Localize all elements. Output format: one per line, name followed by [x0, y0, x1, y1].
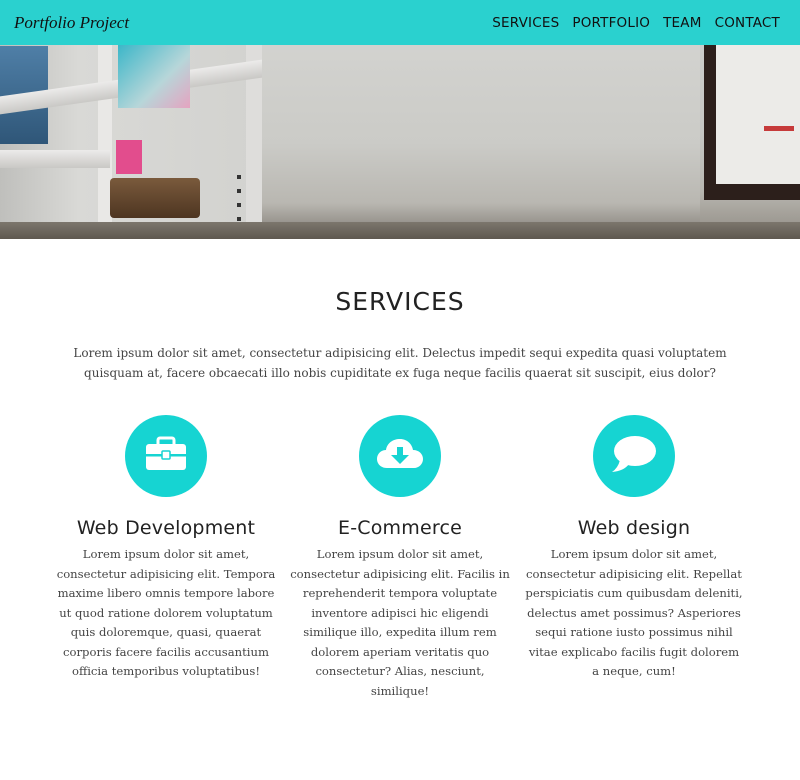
- hero-photo: [118, 44, 190, 108]
- service-card-web-design: Web design Lorem ipsum dolor sit amet, c…: [524, 415, 744, 682]
- brand-logo[interactable]: Portfolio Project: [14, 13, 129, 33]
- service-card-web-development: Web Development Lorem ipsum dolor sit am…: [56, 415, 276, 682]
- hero-picture-accent: [764, 126, 794, 131]
- service-title: Web Development: [76, 517, 256, 539]
- briefcase-icon: [144, 436, 188, 477]
- service-icon-circle: [593, 415, 675, 497]
- cloud-download-icon: [375, 436, 425, 477]
- hero-floor: [0, 222, 800, 239]
- service-icon-circle: [125, 415, 207, 497]
- service-card-e-commerce: E-Commerce Lorem ipsum dolor sit amet, c…: [290, 415, 510, 701]
- navbar: Portfolio Project SERVICES PORTFOLIO TEA…: [0, 0, 800, 45]
- hero-shelf: [0, 150, 110, 168]
- nav-link-portfolio[interactable]: PORTFOLIO: [572, 15, 650, 31]
- service-description: Lorem ipsum dolor sit amet, consectetur …: [525, 547, 743, 678]
- service-description: Lorem ipsum dolor sit amet, consectetur …: [56, 547, 276, 678]
- speech-bubble-icon: [610, 434, 658, 479]
- service-description: Lorem ipsum dolor sit amet, consectetur …: [290, 547, 510, 698]
- hero-leather-box: [110, 178, 200, 218]
- services-section: SERVICES Lorem ipsum dolor sit amet, con…: [0, 239, 800, 780]
- section-title: SERVICES: [335, 287, 465, 316]
- section-intro: Lorem ipsum dolor sit amet, consectetur …: [73, 346, 727, 380]
- hero-pink-object: [116, 140, 142, 174]
- service-icon-circle: [359, 415, 441, 497]
- hero-shelf-holes: [237, 175, 241, 225]
- nav-link-services[interactable]: SERVICES: [492, 15, 559, 31]
- service-title: Web design: [577, 517, 691, 539]
- nav-link-contact[interactable]: CONTACT: [715, 15, 780, 31]
- nav-link-team[interactable]: TEAM: [663, 15, 701, 31]
- nav-links: SERVICES PORTFOLIO TEAM CONTACT: [492, 15, 780, 31]
- service-title: E-Commerce: [338, 517, 462, 539]
